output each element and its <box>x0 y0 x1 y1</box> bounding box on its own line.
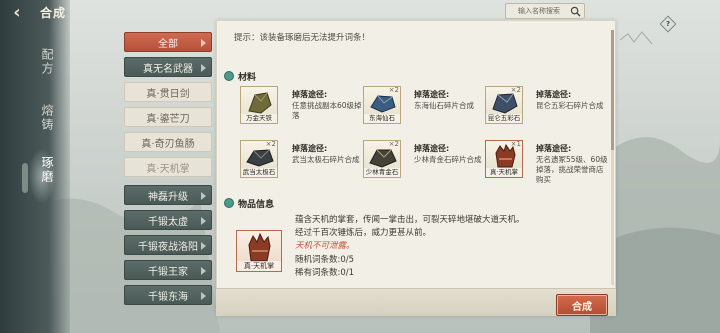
tab-smelt[interactable]: 熔铸 <box>30 104 54 132</box>
list-item-label: 真·鎏芒刀 <box>146 113 190 125</box>
tab-active-marker <box>22 163 28 193</box>
material-name: 万金天铁 <box>241 114 277 123</box>
list-item-category[interactable]: 千锻王家 <box>124 260 212 280</box>
arrow-down-icon <box>201 64 206 72</box>
arrow-right-icon <box>201 217 206 225</box>
material-source-text: 武当太极石碎片合成 <box>292 155 360 164</box>
random-affix-count: 随机词条数:0/5 <box>295 255 355 265</box>
material-name: 少林青金石 <box>364 168 400 177</box>
material-qty: ×2 <box>265 140 276 148</box>
material-slot[interactable]: ×2 少林青金石 <box>363 140 401 178</box>
item-description: 经过千百次锤炼后，威力更甚从前。 <box>295 228 432 238</box>
list-item-label: 真·贯日剑 <box>146 88 190 100</box>
material-slot[interactable]: ×2 东海仙石 <box>363 86 401 124</box>
list-item-label: 千锻东海 <box>148 291 188 303</box>
list-item-label: 全部 <box>158 38 178 50</box>
help-icon: ? <box>665 20 671 28</box>
material-name: 昆仑五彩石 <box>486 114 522 123</box>
material-source-label: 掉落途径: <box>292 144 328 153</box>
help-button[interactable]: ? <box>659 15 677 33</box>
list-item-all[interactable]: 全部 <box>124 32 212 52</box>
list-item-label: 真·奇刃鱼肠 <box>141 138 195 150</box>
item-info-header-label: 物品信息 <box>238 199 275 210</box>
item-portrait[interactable]: 真·天机掌 <box>236 230 282 272</box>
section-pill-icon <box>224 71 234 81</box>
list-item-label: 真无名武器 <box>143 63 193 75</box>
material-source-label: 掉落途径: <box>292 90 328 99</box>
material-source-text: 昆仑五彩石碎片合成 <box>536 101 604 110</box>
item-name: 真·天机掌 <box>237 261 281 271</box>
list-item-category[interactable]: 神磊升级 <box>124 185 212 205</box>
material-source-text: 任意挑战副本60级掉落 <box>292 101 362 120</box>
material-name: 真·天机掌 <box>486 168 522 177</box>
arrow-right-icon <box>201 292 206 300</box>
material-source-text: 东海仙石碎片合成 <box>414 101 474 110</box>
search-box[interactable] <box>505 3 585 19</box>
material-name: 东海仙石 <box>364 114 400 123</box>
item-flavor-text: 天机不可泄露。 <box>295 241 355 251</box>
materials-header: 材料 <box>224 70 394 83</box>
material-slot[interactable]: ×2 武当太极石 <box>240 140 278 178</box>
material-source-text: 少林青金石碎片合成 <box>414 155 482 164</box>
list-item-label: 千锻夜战洛阳 <box>138 241 198 253</box>
gauntlet-icon <box>248 232 271 262</box>
list-item-selected[interactable]: 真·天机掌 <box>124 157 212 177</box>
materials-header-label: 材料 <box>238 72 257 83</box>
arrow-right-icon <box>201 39 206 47</box>
back-button[interactable]: ‹ <box>4 2 30 23</box>
material-slot[interactable]: 万金天铁 <box>240 86 278 124</box>
arrow-right-icon <box>201 242 206 250</box>
material-slot[interactable]: ×2 昆仑五彩石 <box>485 86 523 124</box>
material-source-text: 无名遗冢55级、60级掉落，挑战荣誉商店购买 <box>536 155 608 184</box>
list-item-category[interactable]: 千锻太虚 <box>124 210 212 230</box>
list-item-label: 真·天机掌 <box>146 163 190 175</box>
page-title: 合成 <box>40 6 67 20</box>
list-item-category[interactable]: 千锻东海 <box>124 285 212 305</box>
list-item[interactable]: 真·鎏芒刀 <box>124 107 212 127</box>
hint-text: 提示：该装备琢磨后无法提升词条！ <box>234 33 371 43</box>
tab-recipe[interactable]: 配方 <box>30 48 54 76</box>
item-description: 蕴含天机的掌套，传闻一掌击出，可裂天碎地堪破大道天机。 <box>295 215 525 225</box>
arrow-right-icon <box>201 192 206 200</box>
section-pill-icon <box>224 198 234 208</box>
material-source-label: 掉落途径: <box>414 90 450 99</box>
forge-button[interactable]: 合成 <box>556 294 608 316</box>
list-item-category[interactable]: 千锻夜战洛阳 <box>124 235 212 255</box>
list-item-label: 千锻太虚 <box>148 216 188 228</box>
material-qty: ×1 <box>510 140 521 148</box>
material-qty: ×2 <box>510 86 521 94</box>
arrow-right-icon <box>201 267 206 275</box>
list-item[interactable]: 真·贯日剑 <box>124 82 212 102</box>
scrollbar-thumb[interactable] <box>611 30 614 150</box>
material-source-label: 掉落途径: <box>536 144 572 153</box>
material-qty: ×2 <box>388 140 399 148</box>
search-icon[interactable] <box>570 6 581 17</box>
list-item-category[interactable]: 真无名武器 <box>124 57 212 77</box>
material-name: 武当太极石 <box>241 168 277 177</box>
search-input[interactable] <box>518 7 576 15</box>
material-qty: ×2 <box>388 86 399 94</box>
item-info-header: 物品信息 <box>224 197 394 210</box>
material-slot[interactable]: ×1 真·天机掌 <box>485 140 523 178</box>
material-source-label: 掉落途径: <box>414 144 450 153</box>
material-source-label: 掉落途径: <box>536 90 572 99</box>
ore-icon <box>248 92 272 114</box>
rare-affix-count: 稀有词条数:0/1 <box>295 268 355 278</box>
list-item-label: 神磊升级 <box>148 191 188 203</box>
list-item-label: 千锻王家 <box>148 266 188 278</box>
list-item[interactable]: 真·奇刃鱼肠 <box>124 132 212 152</box>
tab-polish[interactable]: 琢磨 <box>30 156 54 184</box>
